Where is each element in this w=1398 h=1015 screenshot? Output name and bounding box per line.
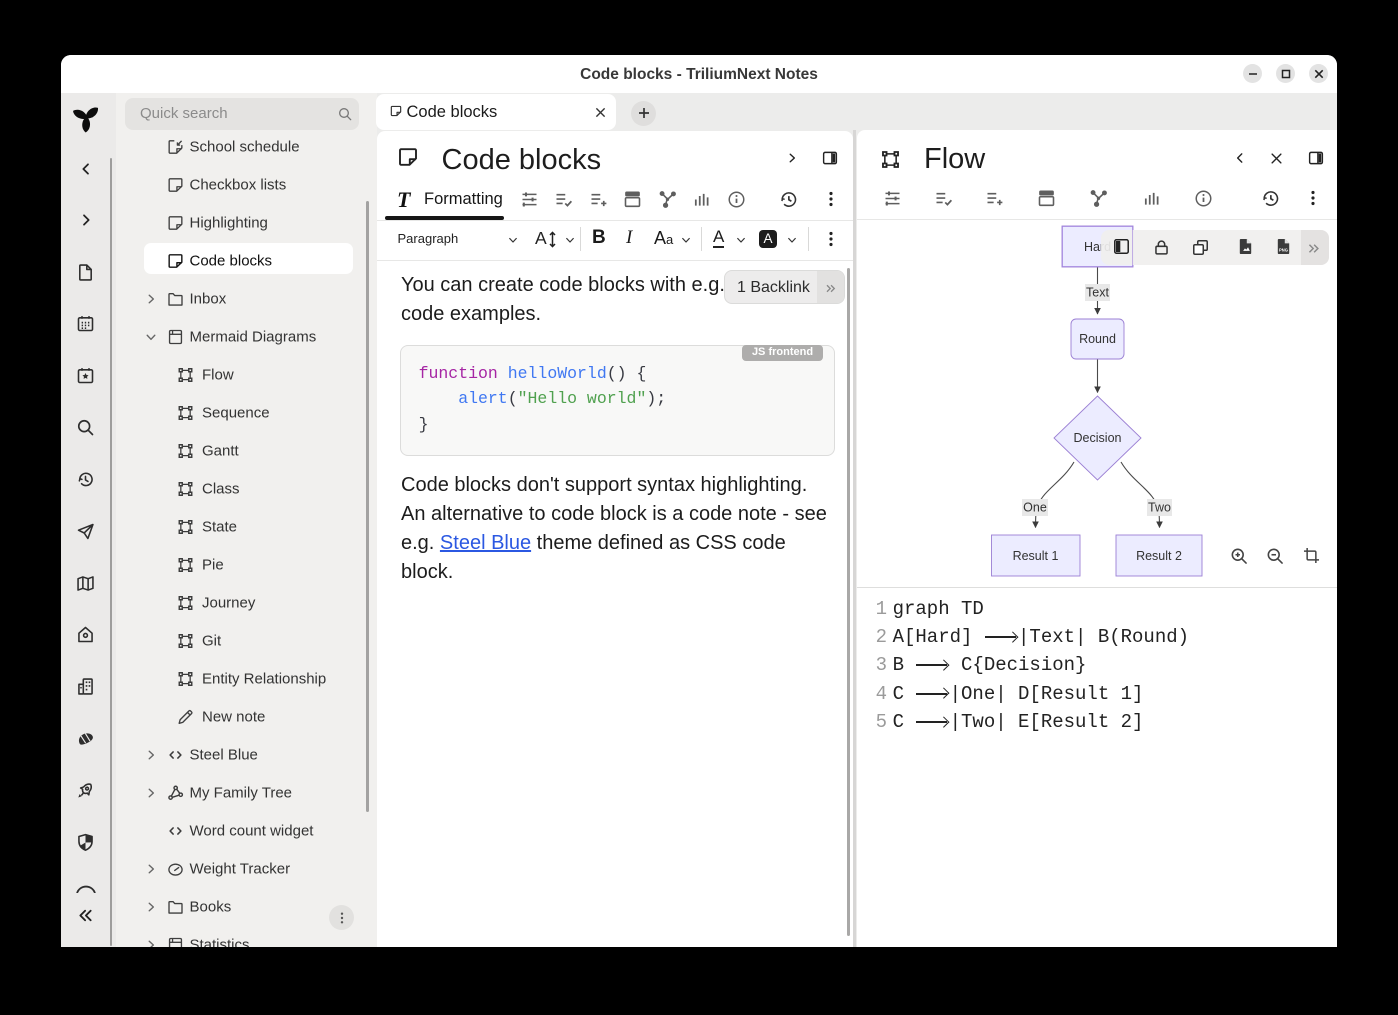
svg-text:Two: Two — [1148, 501, 1171, 515]
svg-text:Decision: Decision — [1074, 431, 1122, 445]
svg-text:Round: Round — [1079, 332, 1116, 346]
svg-text:Result 2: Result 2 — [1136, 549, 1182, 563]
svg-text:Result 1: Result 1 — [1013, 549, 1059, 563]
svg-text:One: One — [1023, 501, 1047, 515]
svg-text:Text: Text — [1086, 286, 1109, 300]
svg-text:PNG: PNG — [1279, 247, 1288, 252]
